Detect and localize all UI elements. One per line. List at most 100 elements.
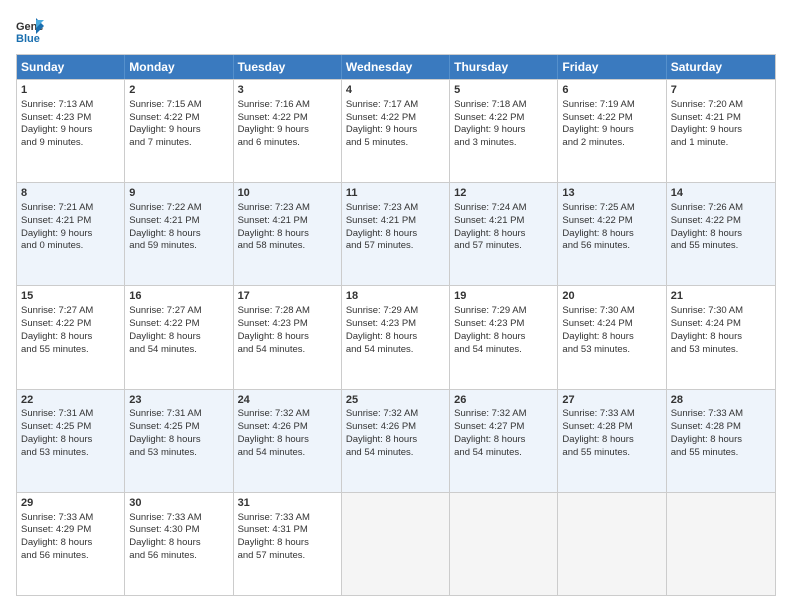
day-cell-20: 20Sunrise: 7:30 AMSunset: 4:24 PMDayligh… (558, 286, 666, 388)
calendar-header: SundayMondayTuesdayWednesdayThursdayFrid… (17, 55, 775, 79)
day-info-line: and 57 minutes. (454, 240, 553, 253)
day-info-line: Daylight: 8 hours (671, 228, 771, 241)
day-number: 31 (238, 496, 337, 511)
day-number: 8 (21, 186, 120, 201)
day-info-line: and 53 minutes. (21, 447, 120, 460)
day-info-line: Sunrise: 7:25 AM (562, 202, 661, 215)
day-cell-22: 22Sunrise: 7:31 AMSunset: 4:25 PMDayligh… (17, 390, 125, 492)
day-info-line: Daylight: 8 hours (129, 434, 228, 447)
day-info-line: Daylight: 8 hours (129, 228, 228, 241)
day-cell-19: 19Sunrise: 7:29 AMSunset: 4:23 PMDayligh… (450, 286, 558, 388)
day-info-line: Sunset: 4:28 PM (562, 421, 661, 434)
svg-text:Blue: Blue (16, 33, 40, 44)
day-number: 28 (671, 393, 771, 408)
day-info-line: Sunrise: 7:23 AM (346, 202, 445, 215)
day-info-line: Sunset: 4:22 PM (238, 112, 337, 125)
day-number: 23 (129, 393, 228, 408)
day-info-line: Sunrise: 7:23 AM (238, 202, 337, 215)
day-info-line: Daylight: 8 hours (238, 434, 337, 447)
day-info-line: and 55 minutes. (671, 240, 771, 253)
day-info-line: Sunset: 4:24 PM (671, 318, 771, 331)
day-info-line: Sunrise: 7:13 AM (21, 99, 120, 112)
day-number: 29 (21, 496, 120, 511)
day-cell-18: 18Sunrise: 7:29 AMSunset: 4:23 PMDayligh… (342, 286, 450, 388)
day-info-line: and 54 minutes. (454, 344, 553, 357)
calendar-row-4: 22Sunrise: 7:31 AMSunset: 4:25 PMDayligh… (17, 389, 775, 492)
day-info-line: Sunset: 4:28 PM (671, 421, 771, 434)
day-number: 12 (454, 186, 553, 201)
day-header-saturday: Saturday (667, 55, 775, 79)
day-info-line: Sunrise: 7:33 AM (238, 512, 337, 525)
empty-cell (558, 493, 666, 595)
empty-cell (342, 493, 450, 595)
day-info-line: Sunset: 4:25 PM (21, 421, 120, 434)
day-info-line: Sunset: 4:23 PM (21, 112, 120, 125)
day-info-line: Daylight: 9 hours (21, 228, 120, 241)
day-info-line: Sunset: 4:26 PM (238, 421, 337, 434)
day-info-line: and 57 minutes. (346, 240, 445, 253)
day-cell-28: 28Sunrise: 7:33 AMSunset: 4:28 PMDayligh… (667, 390, 775, 492)
day-info-line: and 54 minutes. (238, 344, 337, 357)
day-cell-29: 29Sunrise: 7:33 AMSunset: 4:29 PMDayligh… (17, 493, 125, 595)
day-info-line: Daylight: 9 hours (562, 124, 661, 137)
day-cell-12: 12Sunrise: 7:24 AMSunset: 4:21 PMDayligh… (450, 183, 558, 285)
day-info-line: Sunrise: 7:18 AM (454, 99, 553, 112)
calendar-row-1: 1Sunrise: 7:13 AMSunset: 4:23 PMDaylight… (17, 79, 775, 182)
day-number: 3 (238, 83, 337, 98)
day-header-monday: Monday (125, 55, 233, 79)
day-number: 7 (671, 83, 771, 98)
day-info-line: Sunrise: 7:30 AM (671, 305, 771, 318)
day-header-tuesday: Tuesday (234, 55, 342, 79)
day-cell-3: 3Sunrise: 7:16 AMSunset: 4:22 PMDaylight… (234, 80, 342, 182)
day-info-line: and 55 minutes. (671, 447, 771, 460)
day-info-line: Sunrise: 7:22 AM (129, 202, 228, 215)
day-cell-16: 16Sunrise: 7:27 AMSunset: 4:22 PMDayligh… (125, 286, 233, 388)
day-info-line: Sunset: 4:22 PM (129, 318, 228, 331)
day-info-line: Daylight: 8 hours (238, 228, 337, 241)
day-number: 21 (671, 289, 771, 304)
day-info-line: and 54 minutes. (454, 447, 553, 460)
day-info-line: Sunrise: 7:33 AM (562, 408, 661, 421)
day-info-line: and 57 minutes. (238, 550, 337, 563)
day-info-line: and 56 minutes. (562, 240, 661, 253)
day-info-line: and 54 minutes. (238, 447, 337, 460)
day-info-line: Sunset: 4:21 PM (21, 215, 120, 228)
day-info-line: Daylight: 8 hours (671, 331, 771, 344)
day-info-line: Daylight: 8 hours (346, 331, 445, 344)
day-info-line: Daylight: 9 hours (129, 124, 228, 137)
day-cell-25: 25Sunrise: 7:32 AMSunset: 4:26 PMDayligh… (342, 390, 450, 492)
day-cell-7: 7Sunrise: 7:20 AMSunset: 4:21 PMDaylight… (667, 80, 775, 182)
day-cell-8: 8Sunrise: 7:21 AMSunset: 4:21 PMDaylight… (17, 183, 125, 285)
day-number: 14 (671, 186, 771, 201)
day-info-line: Sunset: 4:29 PM (21, 524, 120, 537)
day-header-wednesday: Wednesday (342, 55, 450, 79)
day-info-line: and 6 minutes. (238, 137, 337, 150)
day-info-line: Sunrise: 7:19 AM (562, 99, 661, 112)
day-info-line: Sunset: 4:27 PM (454, 421, 553, 434)
day-cell-24: 24Sunrise: 7:32 AMSunset: 4:26 PMDayligh… (234, 390, 342, 492)
day-info-line: Daylight: 9 hours (454, 124, 553, 137)
header: General Blue (16, 16, 776, 44)
day-cell-10: 10Sunrise: 7:23 AMSunset: 4:21 PMDayligh… (234, 183, 342, 285)
day-info-line: Sunrise: 7:33 AM (21, 512, 120, 525)
day-cell-17: 17Sunrise: 7:28 AMSunset: 4:23 PMDayligh… (234, 286, 342, 388)
day-number: 5 (454, 83, 553, 98)
day-cell-4: 4Sunrise: 7:17 AMSunset: 4:22 PMDaylight… (342, 80, 450, 182)
day-header-sunday: Sunday (17, 55, 125, 79)
day-number: 26 (454, 393, 553, 408)
day-info-line: Sunset: 4:25 PM (129, 421, 228, 434)
calendar-row-3: 15Sunrise: 7:27 AMSunset: 4:22 PMDayligh… (17, 285, 775, 388)
day-number: 13 (562, 186, 661, 201)
day-info-line: Sunset: 4:23 PM (238, 318, 337, 331)
day-info-line: Sunset: 4:30 PM (129, 524, 228, 537)
day-number: 9 (129, 186, 228, 201)
day-info-line: Daylight: 8 hours (562, 434, 661, 447)
day-info-line: Sunrise: 7:29 AM (454, 305, 553, 318)
day-number: 17 (238, 289, 337, 304)
day-info-line: and 53 minutes. (129, 447, 228, 460)
day-info-line: Sunrise: 7:28 AM (238, 305, 337, 318)
day-info-line: Sunset: 4:23 PM (454, 318, 553, 331)
calendar-body: 1Sunrise: 7:13 AMSunset: 4:23 PMDaylight… (17, 79, 775, 595)
day-info-line: and 0 minutes. (21, 240, 120, 253)
day-info-line: Sunset: 4:21 PM (671, 112, 771, 125)
